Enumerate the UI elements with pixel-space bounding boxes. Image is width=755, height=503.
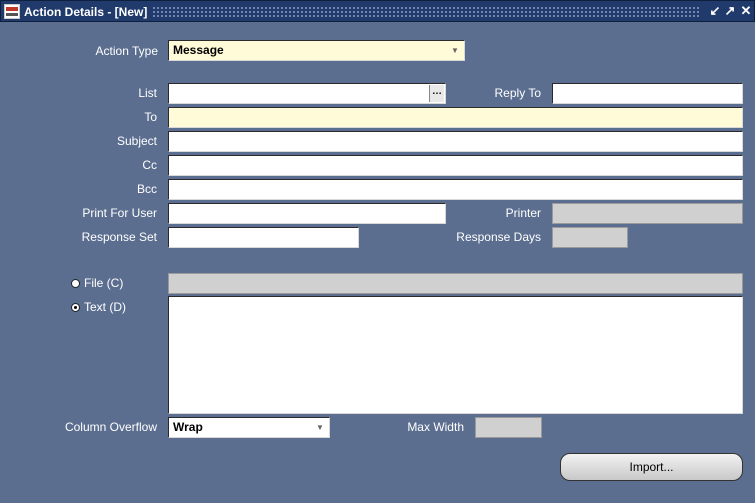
response-days-field bbox=[552, 227, 628, 248]
reply-to-label: Reply To bbox=[494, 86, 541, 100]
subject-field[interactable] bbox=[168, 131, 743, 152]
response-set-label: Response Set bbox=[81, 230, 157, 244]
action-type-value: Message bbox=[173, 43, 224, 57]
chevron-down-icon[interactable]: ▼ bbox=[448, 43, 462, 58]
action-type-select[interactable]: Message ▼ bbox=[168, 40, 465, 61]
import-button[interactable]: Import... bbox=[560, 453, 743, 481]
bcc-label: Bcc bbox=[136, 182, 157, 196]
cc-field[interactable] bbox=[168, 155, 743, 176]
text-radio-label[interactable]: Text (D) bbox=[84, 300, 126, 314]
max-width-field bbox=[475, 417, 542, 438]
reply-to-field[interactable] bbox=[552, 83, 743, 104]
printer-field bbox=[552, 203, 743, 224]
print-for-user-label: Print For User bbox=[82, 206, 157, 220]
chevron-down-icon[interactable]: ▼ bbox=[313, 420, 327, 435]
column-overflow-label: Column Overflow bbox=[64, 420, 157, 434]
action-type-label: Action Type bbox=[95, 44, 158, 58]
window-titlebar: Action Details - [New] ↙ ↗ ✕ bbox=[0, 0, 755, 22]
to-field[interactable] bbox=[168, 107, 743, 128]
window-title: Action Details - [New] bbox=[24, 5, 148, 19]
list-field[interactable]: … bbox=[168, 83, 446, 104]
bcc-field[interactable] bbox=[168, 179, 743, 200]
text-radio[interactable] bbox=[71, 303, 80, 312]
list-label: List bbox=[138, 86, 157, 100]
maximize-icon[interactable]: ↗ bbox=[723, 4, 737, 18]
cc-label: Cc bbox=[142, 158, 157, 172]
titlebar-grip bbox=[152, 6, 700, 17]
to-label: To bbox=[144, 110, 157, 124]
printer-label: Printer bbox=[505, 206, 541, 220]
file-radio[interactable] bbox=[71, 279, 80, 288]
print-for-user-field[interactable] bbox=[168, 203, 446, 224]
column-overflow-value: Wrap bbox=[173, 420, 203, 434]
close-icon[interactable]: ✕ bbox=[739, 4, 753, 18]
text-area[interactable] bbox=[168, 296, 743, 414]
minimize-icon[interactable]: ↙ bbox=[708, 4, 722, 18]
response-set-field[interactable] bbox=[168, 227, 359, 248]
file-radio-label[interactable]: File (C) bbox=[84, 276, 123, 290]
file-field bbox=[168, 273, 743, 294]
lov-ellipsis-icon[interactable]: … bbox=[429, 85, 444, 102]
app-icon bbox=[4, 4, 20, 19]
max-width-label: Max Width bbox=[407, 420, 464, 434]
response-days-label: Response Days bbox=[456, 230, 541, 244]
subject-label: Subject bbox=[116, 134, 157, 148]
column-overflow-select[interactable]: Wrap ▼ bbox=[168, 417, 330, 438]
